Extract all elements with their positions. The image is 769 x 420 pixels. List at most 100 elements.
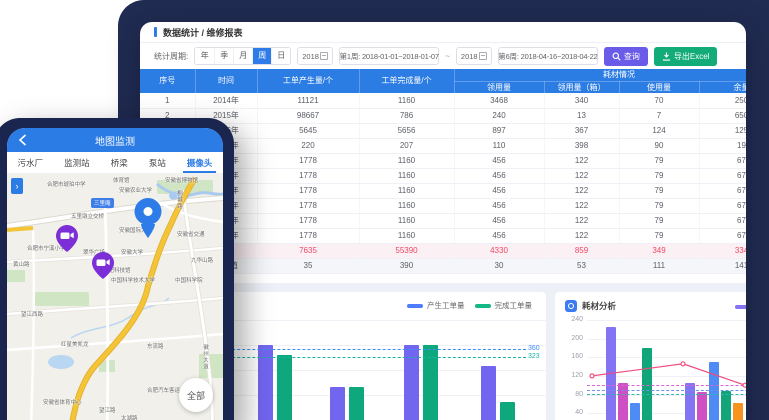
legend-mark	[407, 304, 423, 308]
cell: 122	[544, 168, 619, 183]
col-sub-3: 余量	[699, 81, 746, 93]
cell: 456	[454, 228, 544, 243]
col-created: 工单产生量/个	[257, 69, 359, 93]
cell: 122	[544, 198, 619, 213]
map-label: 安徽大学	[121, 248, 143, 256]
segment-quarter[interactable]: 季	[214, 48, 233, 64]
app-header: 地图监测	[7, 128, 223, 152]
week-from-value: 第1周: 2018-01-01~2018-01-07	[340, 51, 439, 62]
legend-mark	[475, 304, 491, 308]
chart-bar	[630, 403, 640, 420]
cell: 1	[140, 93, 195, 108]
cell: 30	[454, 258, 544, 273]
year-to-value: 2018	[461, 52, 478, 61]
col-no: 序号	[140, 69, 195, 93]
cell: 786	[359, 108, 454, 123]
download-icon	[662, 52, 671, 61]
cell: 79	[619, 183, 699, 198]
segment-day[interactable]: 日	[271, 48, 290, 64]
year-to-select[interactable]: 2018	[456, 47, 492, 65]
cell: 67	[699, 198, 746, 213]
week-to-input[interactable]: 第6周: 2018-04-16~2018-04-22	[498, 47, 598, 65]
cell: 79	[619, 213, 699, 228]
y-axis-tick: 40	[561, 409, 583, 416]
cell: 3468	[454, 93, 544, 108]
cell: 367	[544, 123, 619, 138]
map-label: 望江路	[99, 406, 116, 414]
camera-pin-icon[interactable]	[92, 252, 114, 284]
chart-bar	[277, 355, 292, 420]
line-point	[681, 362, 685, 366]
map-label: 东流路	[147, 342, 164, 350]
cell: 67	[699, 168, 746, 183]
cell: 79	[619, 228, 699, 243]
cell: 122	[544, 153, 619, 168]
cell: 650	[699, 108, 746, 123]
cell: 456	[454, 183, 544, 198]
cell: 1160	[359, 183, 454, 198]
chart-bar	[500, 402, 515, 420]
period-segmented-control: 年 季 月 周 日	[194, 47, 291, 65]
segment-year[interactable]: 年	[195, 48, 214, 64]
chart-bar	[606, 327, 616, 420]
cell: 79	[619, 198, 699, 213]
map-label: 合肥市琥珀中学	[47, 180, 86, 188]
selected-location-marker[interactable]	[133, 197, 163, 244]
map-label: 中国科学院	[175, 276, 203, 284]
cell: 125	[699, 123, 746, 138]
chart-bar	[697, 392, 707, 420]
cell: 859	[544, 243, 619, 258]
map-label: 黄山路	[13, 260, 30, 268]
segment-week[interactable]: 周	[252, 48, 271, 64]
map-view[interactable]: 合肥市琥珀中学体育馆安徽农业大学安徽省博物馆桐城路五里墩立交桥安徽国际大厦安徽省…	[7, 174, 223, 420]
legend-item-created[interactable]: 产生工单量	[407, 300, 465, 311]
cell: 122	[544, 183, 619, 198]
cell: 55390	[359, 243, 454, 258]
cell: 5645	[257, 123, 359, 138]
reference-label: 323	[528, 353, 540, 360]
export-excel-button[interactable]: 导出Excel	[654, 47, 718, 66]
table-row: 12014年111211160346834070250	[140, 93, 746, 108]
cell: 141	[699, 258, 746, 273]
chart-bar	[642, 348, 652, 420]
cell: 124	[619, 123, 699, 138]
cell: 456	[454, 153, 544, 168]
cell: 1160	[359, 93, 454, 108]
col-group-consumables: 耗材情况	[454, 69, 746, 81]
chart-bar	[481, 366, 496, 420]
tab-monitor-station[interactable]: 监测站	[64, 152, 90, 173]
cell: 250	[699, 93, 746, 108]
cell: 67	[699, 228, 746, 243]
query-button[interactable]: 查询	[604, 47, 648, 66]
consumables-chart-card: 耗材分析 2402001601208040	[555, 292, 746, 420]
cell: 1778	[257, 213, 359, 228]
map-label: 体育馆	[113, 176, 130, 184]
show-all-button[interactable]: 全部	[179, 378, 213, 412]
week-from-input[interactable]: 第1周: 2018-01-01~2018-01-07	[339, 47, 439, 65]
tab-bridge[interactable]: 桥梁	[111, 152, 128, 173]
legend-item-completed[interactable]: 完成工单量	[475, 300, 533, 311]
chart-bar	[685, 383, 695, 420]
expand-button[interactable]: ›	[11, 178, 23, 194]
tab-camera[interactable]: 摄像头	[187, 152, 213, 173]
map-label: 红星美凯龙	[61, 340, 89, 348]
year-from-select[interactable]: 2018	[297, 47, 333, 65]
cell: 398	[544, 138, 619, 153]
y-axis-tick: 120	[561, 372, 583, 379]
cell: 53	[544, 258, 619, 273]
camera-pin-icon[interactable]	[56, 225, 78, 257]
cell: 19	[699, 138, 746, 153]
week-to-value: 第6周: 2018-04-16~2018-04-22	[498, 51, 597, 62]
tab-pump-station[interactable]: 泵站	[149, 152, 166, 173]
tab-sewage-plant[interactable]: 污水厂	[18, 152, 44, 173]
segment-month[interactable]: 月	[233, 48, 252, 64]
page-title: 数据统计 / 维修报表	[163, 26, 243, 39]
cell: 1160	[359, 228, 454, 243]
cell: 67	[699, 153, 746, 168]
col-sub-0: 领用量	[454, 81, 544, 93]
back-button[interactable]	[15, 133, 29, 147]
screenshot-root: 数据统计 / 维修报表 统计周期: 年 季 月 周 日 2018 第1周: 20…	[0, 0, 769, 420]
cell: 4330	[454, 243, 544, 258]
cell: 79	[619, 168, 699, 183]
cell: 2014年	[195, 93, 257, 108]
